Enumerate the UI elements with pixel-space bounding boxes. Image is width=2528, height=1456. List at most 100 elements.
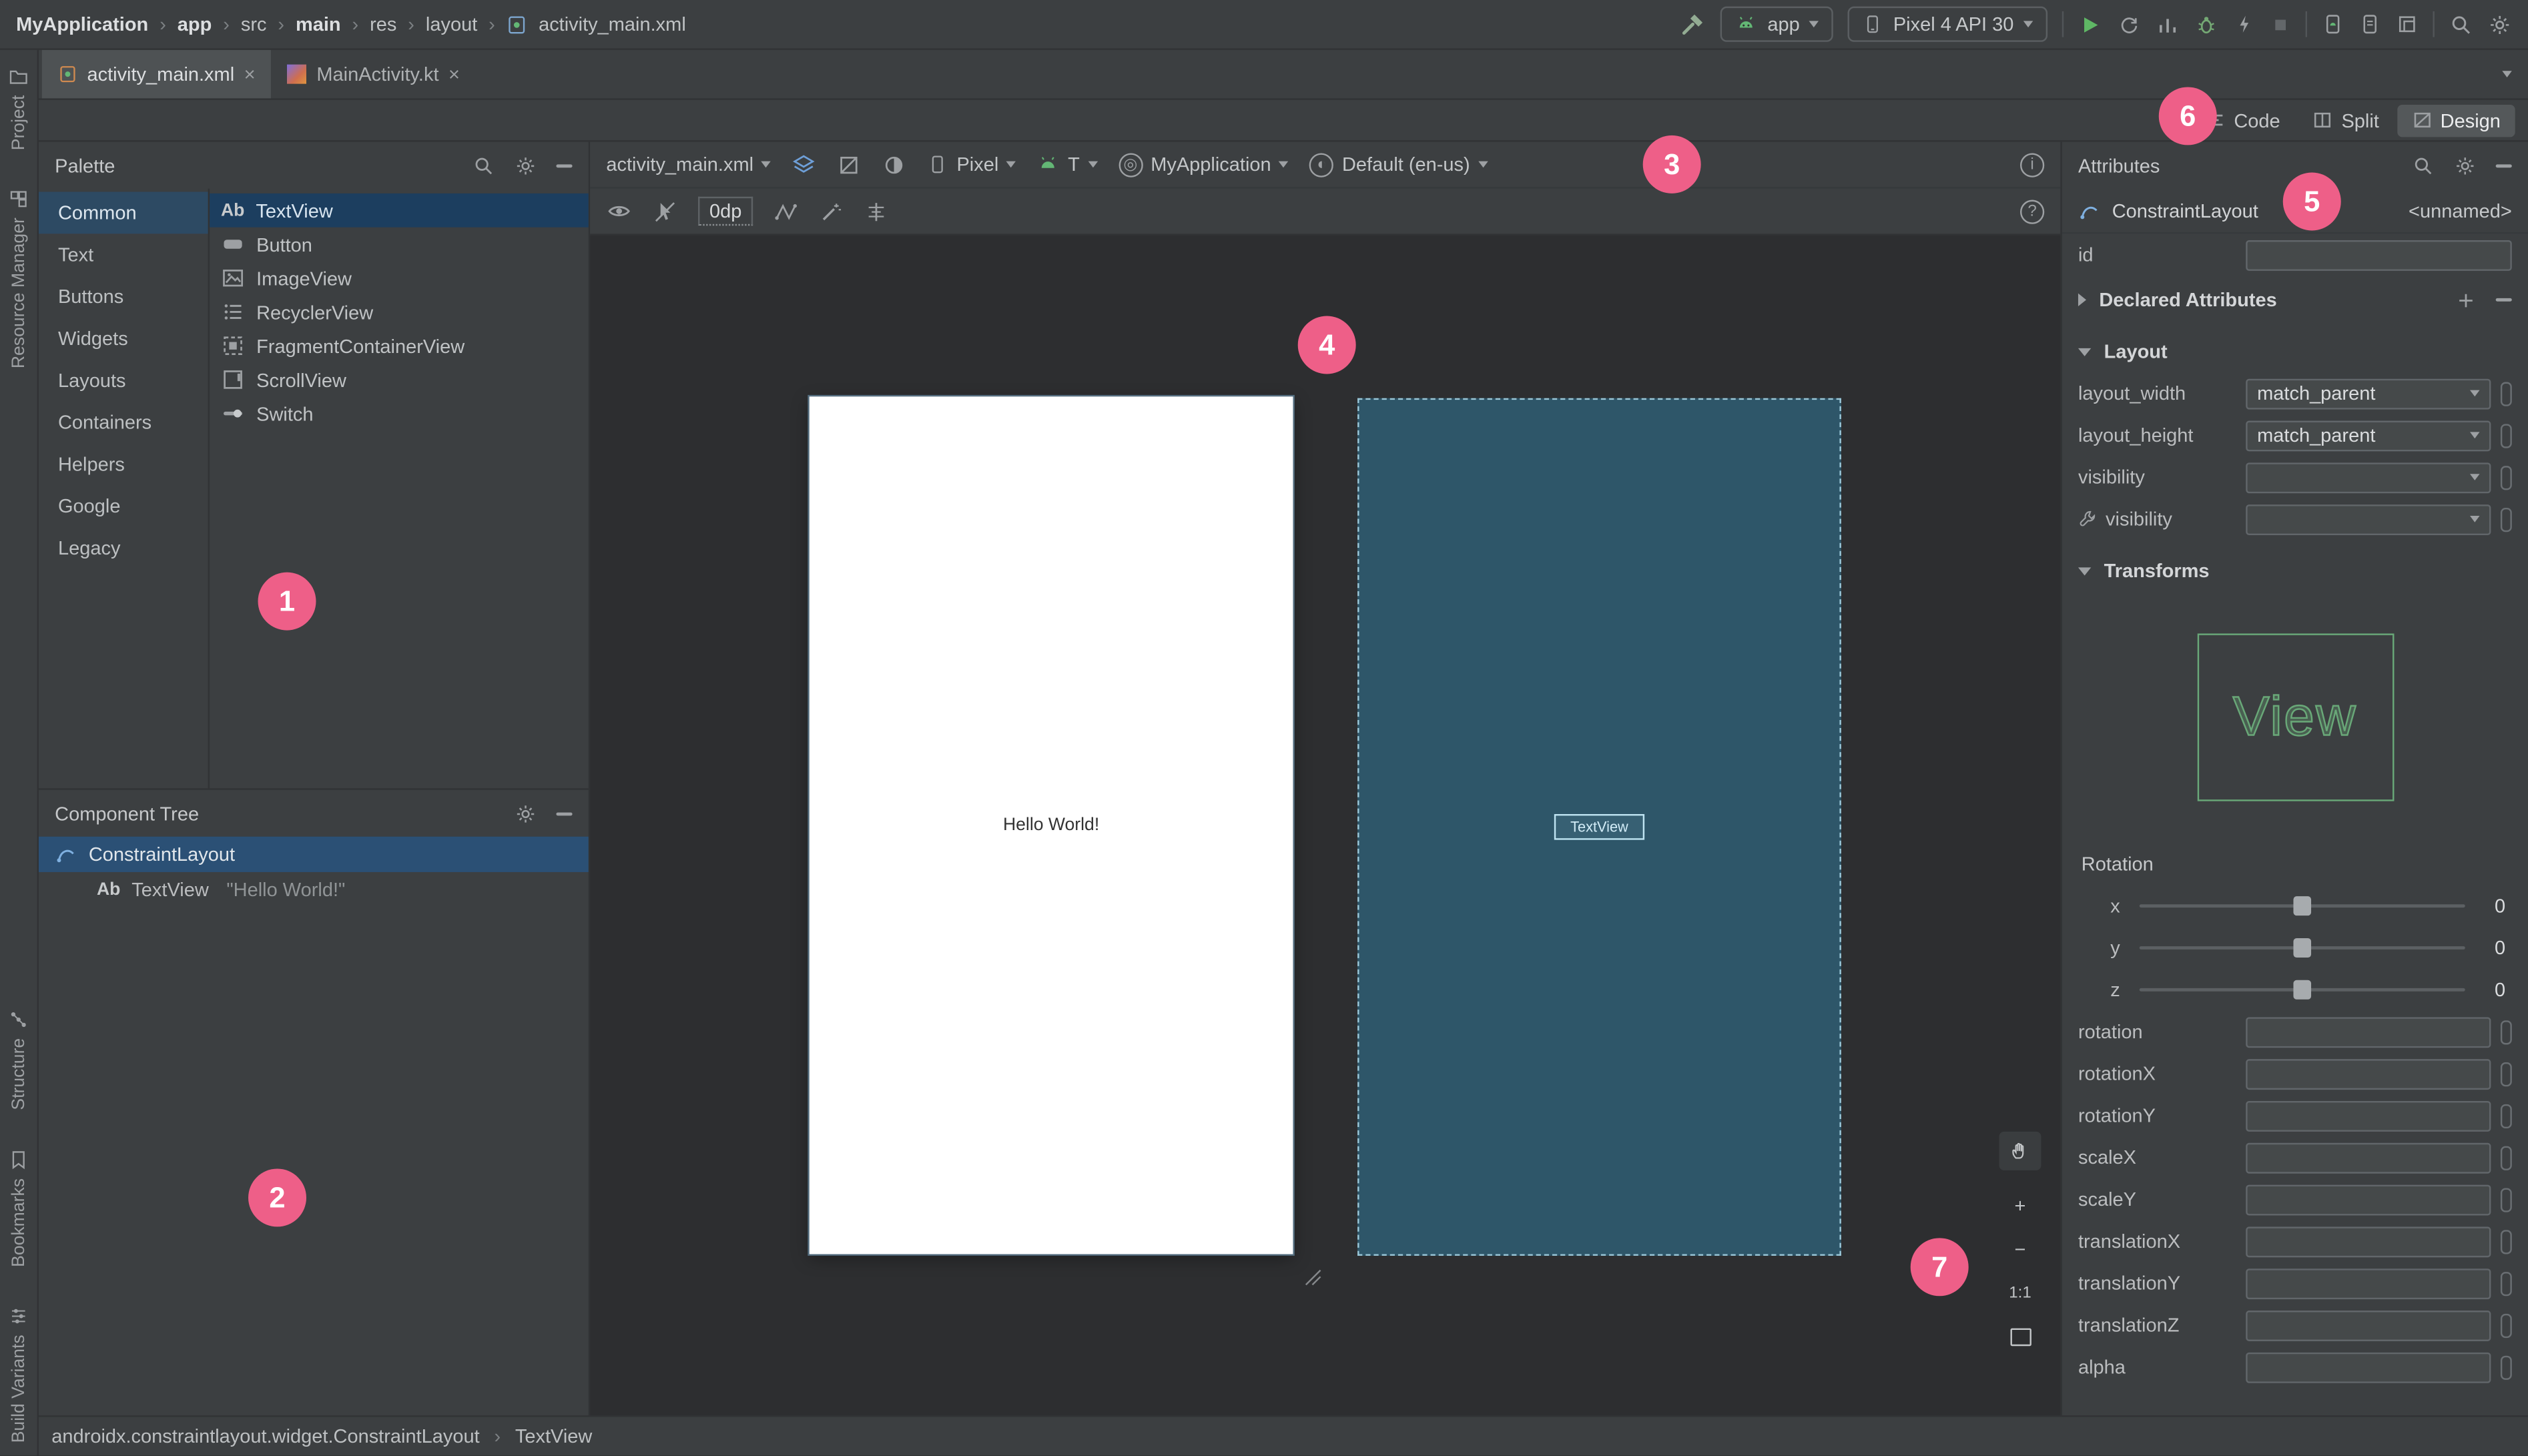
blueprint-preview-device[interactable]: TextView <box>1357 398 1841 1256</box>
palette-category-common[interactable]: Common <box>38 192 208 234</box>
autoconnect-off-icon[interactable] <box>653 199 677 223</box>
palette-category-google[interactable]: Google <box>39 485 208 527</box>
remove-attribute-icon[interactable] <box>2495 298 2512 302</box>
tools-attribute-toggle[interactable] <box>2500 1145 2512 1170</box>
design-view-button[interactable]: Design <box>2397 103 2515 137</box>
tab-overflow-icon[interactable] <box>2502 71 2512 77</box>
design-surface[interactable]: Hello World! TextView + − 1:1 <box>590 235 2061 1416</box>
tree-item-constraintlayout[interactable]: ConstraintLayout <box>38 836 589 872</box>
tools-attribute-toggle[interactable] <box>2500 1355 2512 1379</box>
hello-world-text[interactable]: Hello World! <box>1003 815 1099 835</box>
declared-attributes-section[interactable]: Declared Attributes <box>2062 279 2528 321</box>
tools-attribute-toggle[interactable] <box>2500 423 2512 448</box>
blueprint-toggle-icon[interactable] <box>838 152 862 176</box>
scaley-input[interactable] <box>2246 1184 2491 1215</box>
rotation-x-slider[interactable] <box>2139 896 2465 916</box>
zoom-reset-button[interactable]: 1:1 <box>1999 1273 2041 1312</box>
infer-constraints-wand-icon[interactable] <box>819 199 843 223</box>
build-hammer-icon[interactable] <box>1680 11 1706 37</box>
tools-attribute-toggle[interactable] <box>2500 1187 2512 1212</box>
zoom-out-button[interactable]: − <box>1999 1230 2041 1268</box>
tools-attribute-toggle[interactable] <box>2500 1313 2512 1337</box>
locale-dropdown[interactable]: ◐ Default (en-us) <box>1309 152 1488 177</box>
slider-thumb[interactable] <box>2293 938 2312 958</box>
zoom-in-button[interactable]: + <box>1999 1186 2041 1225</box>
align-icon[interactable] <box>864 199 888 223</box>
layers-icon[interactable] <box>792 152 816 176</box>
split-view-button[interactable]: Split <box>2298 104 2393 136</box>
slider-thumb[interactable] <box>2293 896 2312 916</box>
view-options-eye-icon[interactable] <box>606 198 632 224</box>
device-manager-icon[interactable] <box>2322 13 2344 35</box>
close-icon[interactable]: × <box>244 65 256 84</box>
resize-handle-icon[interactable] <box>1303 1267 1322 1287</box>
sidebar-item-resource-manager[interactable]: Resource Manager <box>8 189 29 369</box>
palette-category-helpers[interactable]: Helpers <box>39 443 208 485</box>
design-preview-device[interactable]: Hello World! <box>809 396 1293 1254</box>
gear-icon[interactable] <box>515 802 537 825</box>
add-attribute-icon[interactable] <box>2455 290 2476 310</box>
hide-panel-icon[interactable] <box>556 163 573 167</box>
theme-dropdown[interactable]: ◎ MyApplication <box>1118 152 1289 177</box>
layout-height-combobox[interactable]: match_parent <box>2246 420 2491 451</box>
profiler-icon[interactable] <box>2156 12 2180 36</box>
gear-icon[interactable] <box>515 154 537 177</box>
sidebar-item-structure[interactable]: Structure <box>8 1010 29 1110</box>
close-icon[interactable]: × <box>448 65 460 84</box>
debug-bug-icon[interactable] <box>2194 12 2218 36</box>
stop-icon[interactable] <box>2270 14 2290 35</box>
info-icon[interactable]: i <box>2019 152 2045 177</box>
default-margin-selector[interactable]: 0dp <box>698 196 753 226</box>
palette-category-legacy[interactable]: Legacy <box>39 527 208 569</box>
palette-item-fragmentcontainerview[interactable]: FragmentContainerView <box>210 329 589 363</box>
rotation-y-slider[interactable] <box>2139 938 2465 958</box>
scalex-input[interactable] <box>2246 1142 2491 1173</box>
run-config-dropdown[interactable]: app <box>1720 6 1834 42</box>
help-icon[interactable]: ? <box>2019 199 2045 224</box>
slider-thumb[interactable] <box>2293 980 2312 1000</box>
tab-activity-main-xml[interactable]: activity_main.xml × <box>41 49 272 99</box>
search-everywhere-icon[interactable] <box>2449 12 2473 36</box>
pan-hand-icon[interactable] <box>1999 1131 2041 1170</box>
translationy-input[interactable] <box>2246 1268 2491 1299</box>
rotation-z-slider[interactable] <box>2139 980 2465 1000</box>
tools-attribute-toggle[interactable] <box>2500 1019 2512 1044</box>
breadcrumb-layout[interactable]: layout <box>426 13 477 35</box>
tools-visibility-combobox[interactable] <box>2246 503 2491 534</box>
palette-category-widgets[interactable]: Widgets <box>39 318 208 360</box>
rotation-input[interactable] <box>2246 1016 2491 1048</box>
alpha-input[interactable] <box>2246 1351 2491 1383</box>
attach-debugger-icon[interactable] <box>2233 13 2256 35</box>
translationx-input[interactable] <box>2246 1226 2491 1257</box>
status-breadcrumb-root[interactable]: androidx.constraintlayout.widget.Constra… <box>51 1425 479 1448</box>
tab-main-activity-kt[interactable]: MainActivity.kt × <box>272 50 476 98</box>
breadcrumb-file[interactable]: activity_main.xml <box>539 13 686 35</box>
breadcrumb-app[interactable]: app <box>178 13 212 35</box>
sidebar-item-bookmarks[interactable]: Bookmarks <box>8 1149 29 1267</box>
zoom-to-fit-icon[interactable] <box>1999 1317 2041 1356</box>
settings-gear-icon[interactable] <box>2488 12 2512 36</box>
rotationy-input[interactable] <box>2246 1100 2491 1131</box>
tools-attribute-toggle[interactable] <box>2500 464 2512 490</box>
tools-attribute-toggle[interactable] <box>2500 1061 2512 1086</box>
sidebar-item-build-variants[interactable]: Build Variants <box>8 1306 29 1443</box>
palette-category-layouts[interactable]: Layouts <box>39 360 208 402</box>
hide-panel-icon[interactable] <box>2495 163 2512 167</box>
palette-item-imageview[interactable]: ImageView <box>210 261 589 295</box>
palette-item-button[interactable]: Button <box>210 228 589 262</box>
file-selector[interactable]: activity_main.xml <box>606 153 771 175</box>
visibility-combobox[interactable] <box>2246 462 2491 493</box>
apply-changes-icon[interactable] <box>2117 12 2141 36</box>
palette-category-containers[interactable]: Containers <box>39 402 208 444</box>
breadcrumb-res[interactable]: res <box>370 13 396 35</box>
palette-item-scrollview[interactable]: ScrollView <box>210 363 589 397</box>
tree-item-textview[interactable]: Ab TextView "Hello World!" <box>39 872 589 907</box>
hide-panel-icon[interactable] <box>556 811 573 815</box>
layout-section-header[interactable]: Layout <box>2062 330 2528 372</box>
search-icon[interactable] <box>2412 154 2435 177</box>
palette-item-textview[interactable]: Ab TextView <box>210 193 589 228</box>
device-for-preview-dropdown[interactable]: Pixel <box>928 153 1016 175</box>
palette-item-switch[interactable]: Switch <box>210 396 589 430</box>
logcat-icon[interactable] <box>2358 13 2381 35</box>
sidebar-item-project[interactable]: Project <box>8 66 29 150</box>
